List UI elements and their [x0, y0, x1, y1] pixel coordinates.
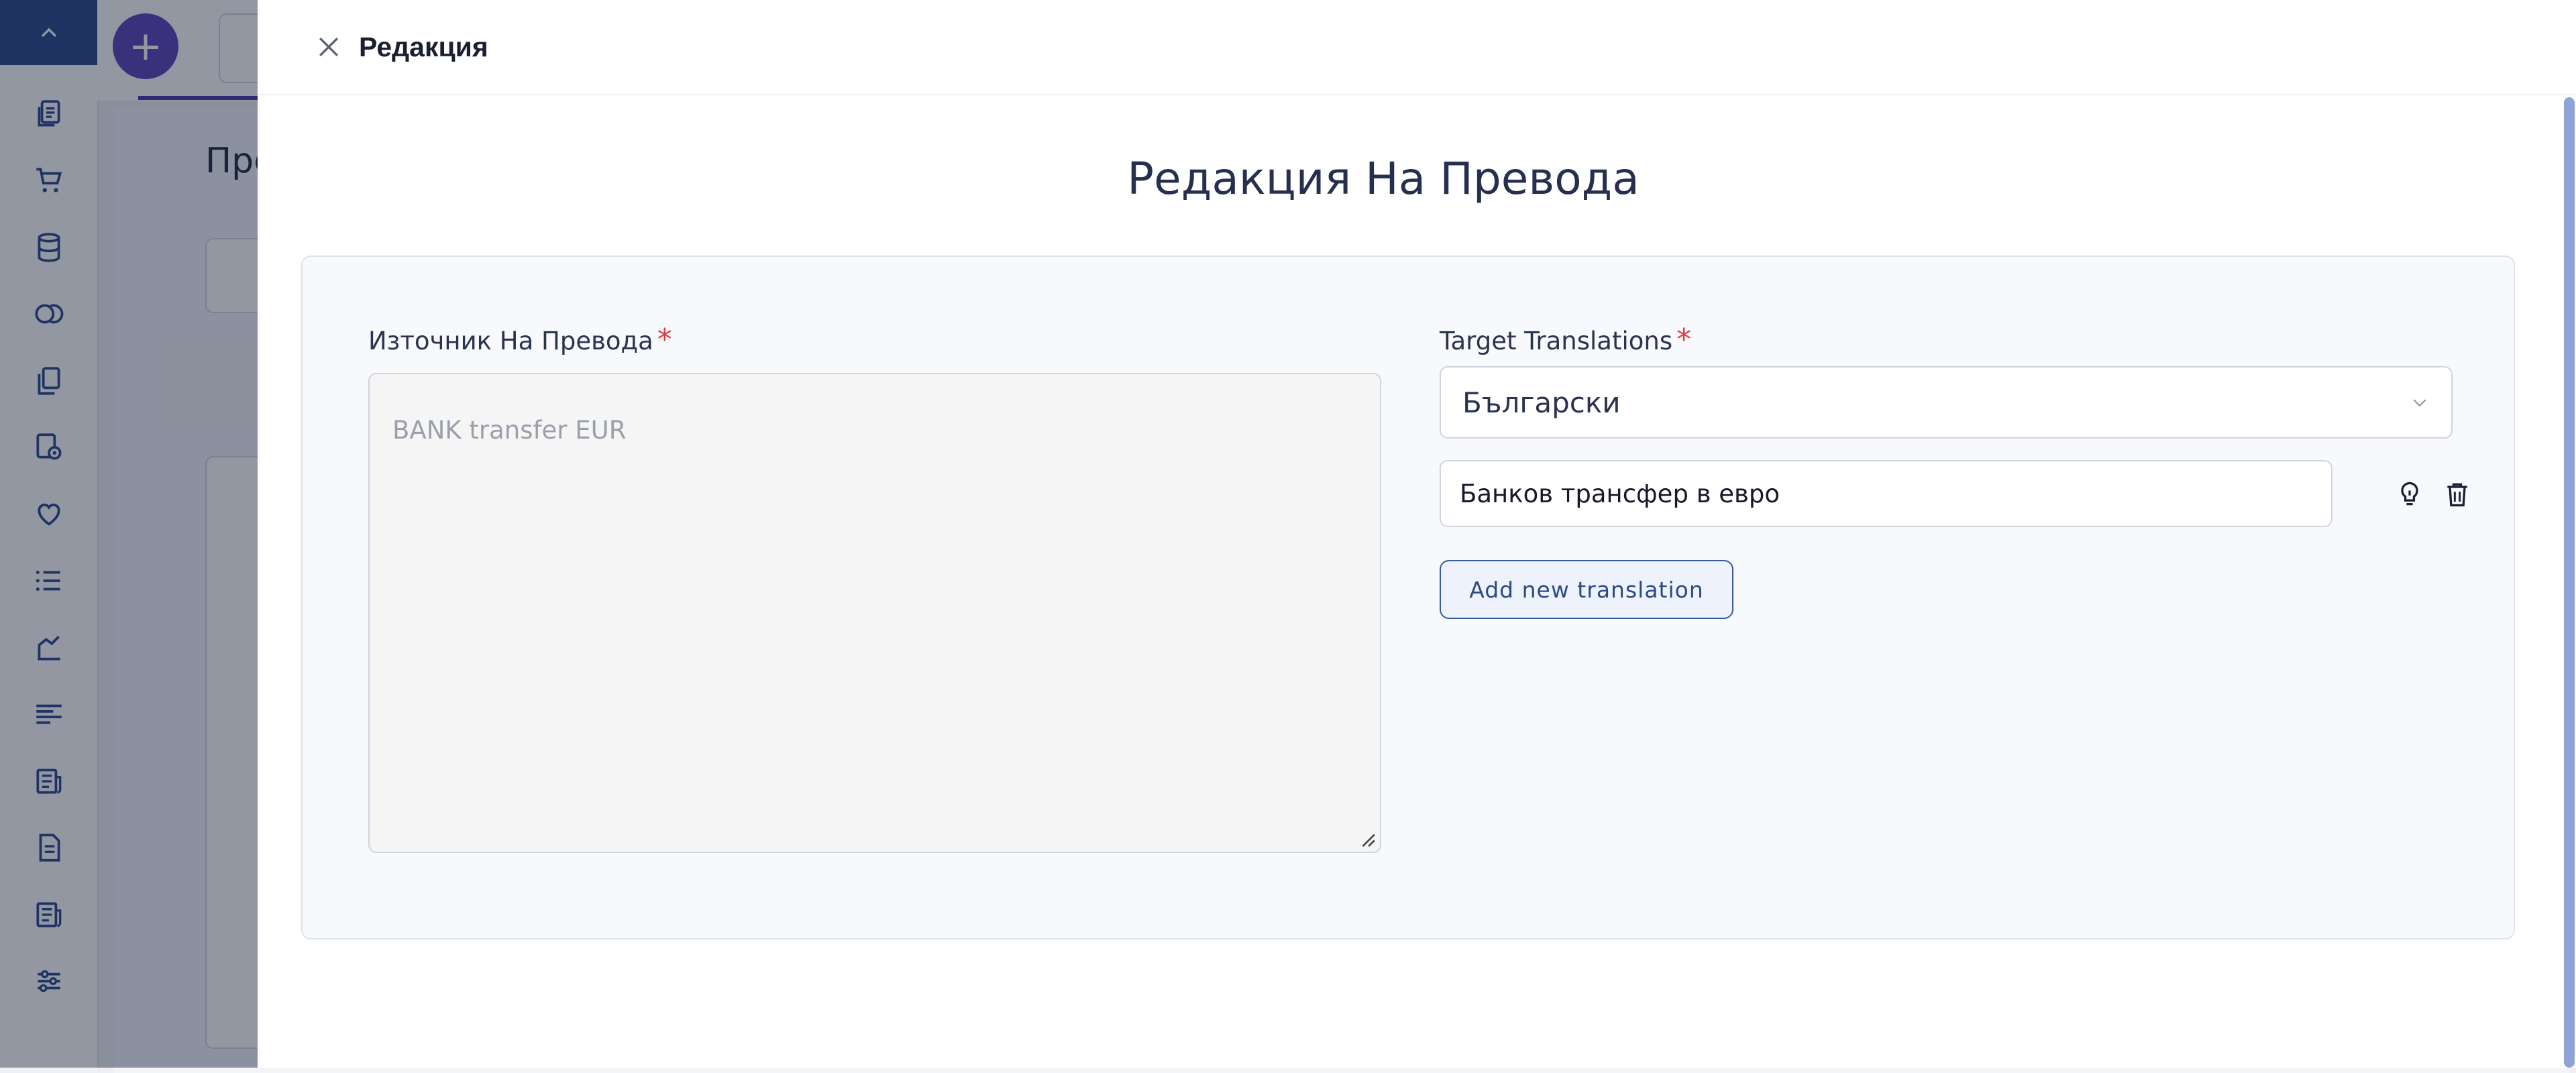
required-marker: *: [657, 323, 672, 357]
source-label-text: Източник На Превода: [368, 327, 653, 355]
scrollbar[interactable]: [2564, 97, 2575, 1068]
suggest-translation-button[interactable]: [2391, 475, 2428, 513]
source-label: Източник На Превода *: [368, 323, 672, 357]
lightbulb-icon: [2401, 482, 2418, 506]
close-icon: [319, 37, 339, 57]
source-textarea[interactable]: BANK transfer EUR: [368, 373, 1381, 853]
translation-input[interactable]: Банков трансфер в евро: [1440, 460, 2332, 527]
source-text: BANK transfer EUR: [392, 416, 627, 445]
target-label-text: Target Translations: [1440, 327, 1673, 355]
edit-drawer: Редакция Редакция На Превода Източник На…: [258, 0, 2576, 1068]
chevron-down-icon: [2413, 399, 2426, 407]
form-title: Редакция На Превода: [1127, 153, 1640, 205]
resize-handle-icon[interactable]: [1358, 830, 1376, 848]
translation-value: Банков трансфер в евро: [1460, 479, 1780, 508]
translation-form: Източник На Превода * BANK transfer EUR T…: [301, 256, 2515, 940]
language-select[interactable]: Български: [1440, 366, 2453, 439]
trash-icon: [2447, 483, 2467, 507]
drawer-header: Редакция: [258, 0, 2576, 95]
target-label: Target Translations *: [1440, 323, 1691, 357]
delete-translation-button[interactable]: [2438, 475, 2476, 513]
close-button[interactable]: [307, 25, 350, 68]
drawer-title: Редакция: [359, 32, 488, 62]
add-translation-button[interactable]: Add new translation: [1440, 560, 1733, 619]
language-select-value: Български: [1462, 386, 1621, 419]
required-marker: *: [1676, 323, 1692, 357]
